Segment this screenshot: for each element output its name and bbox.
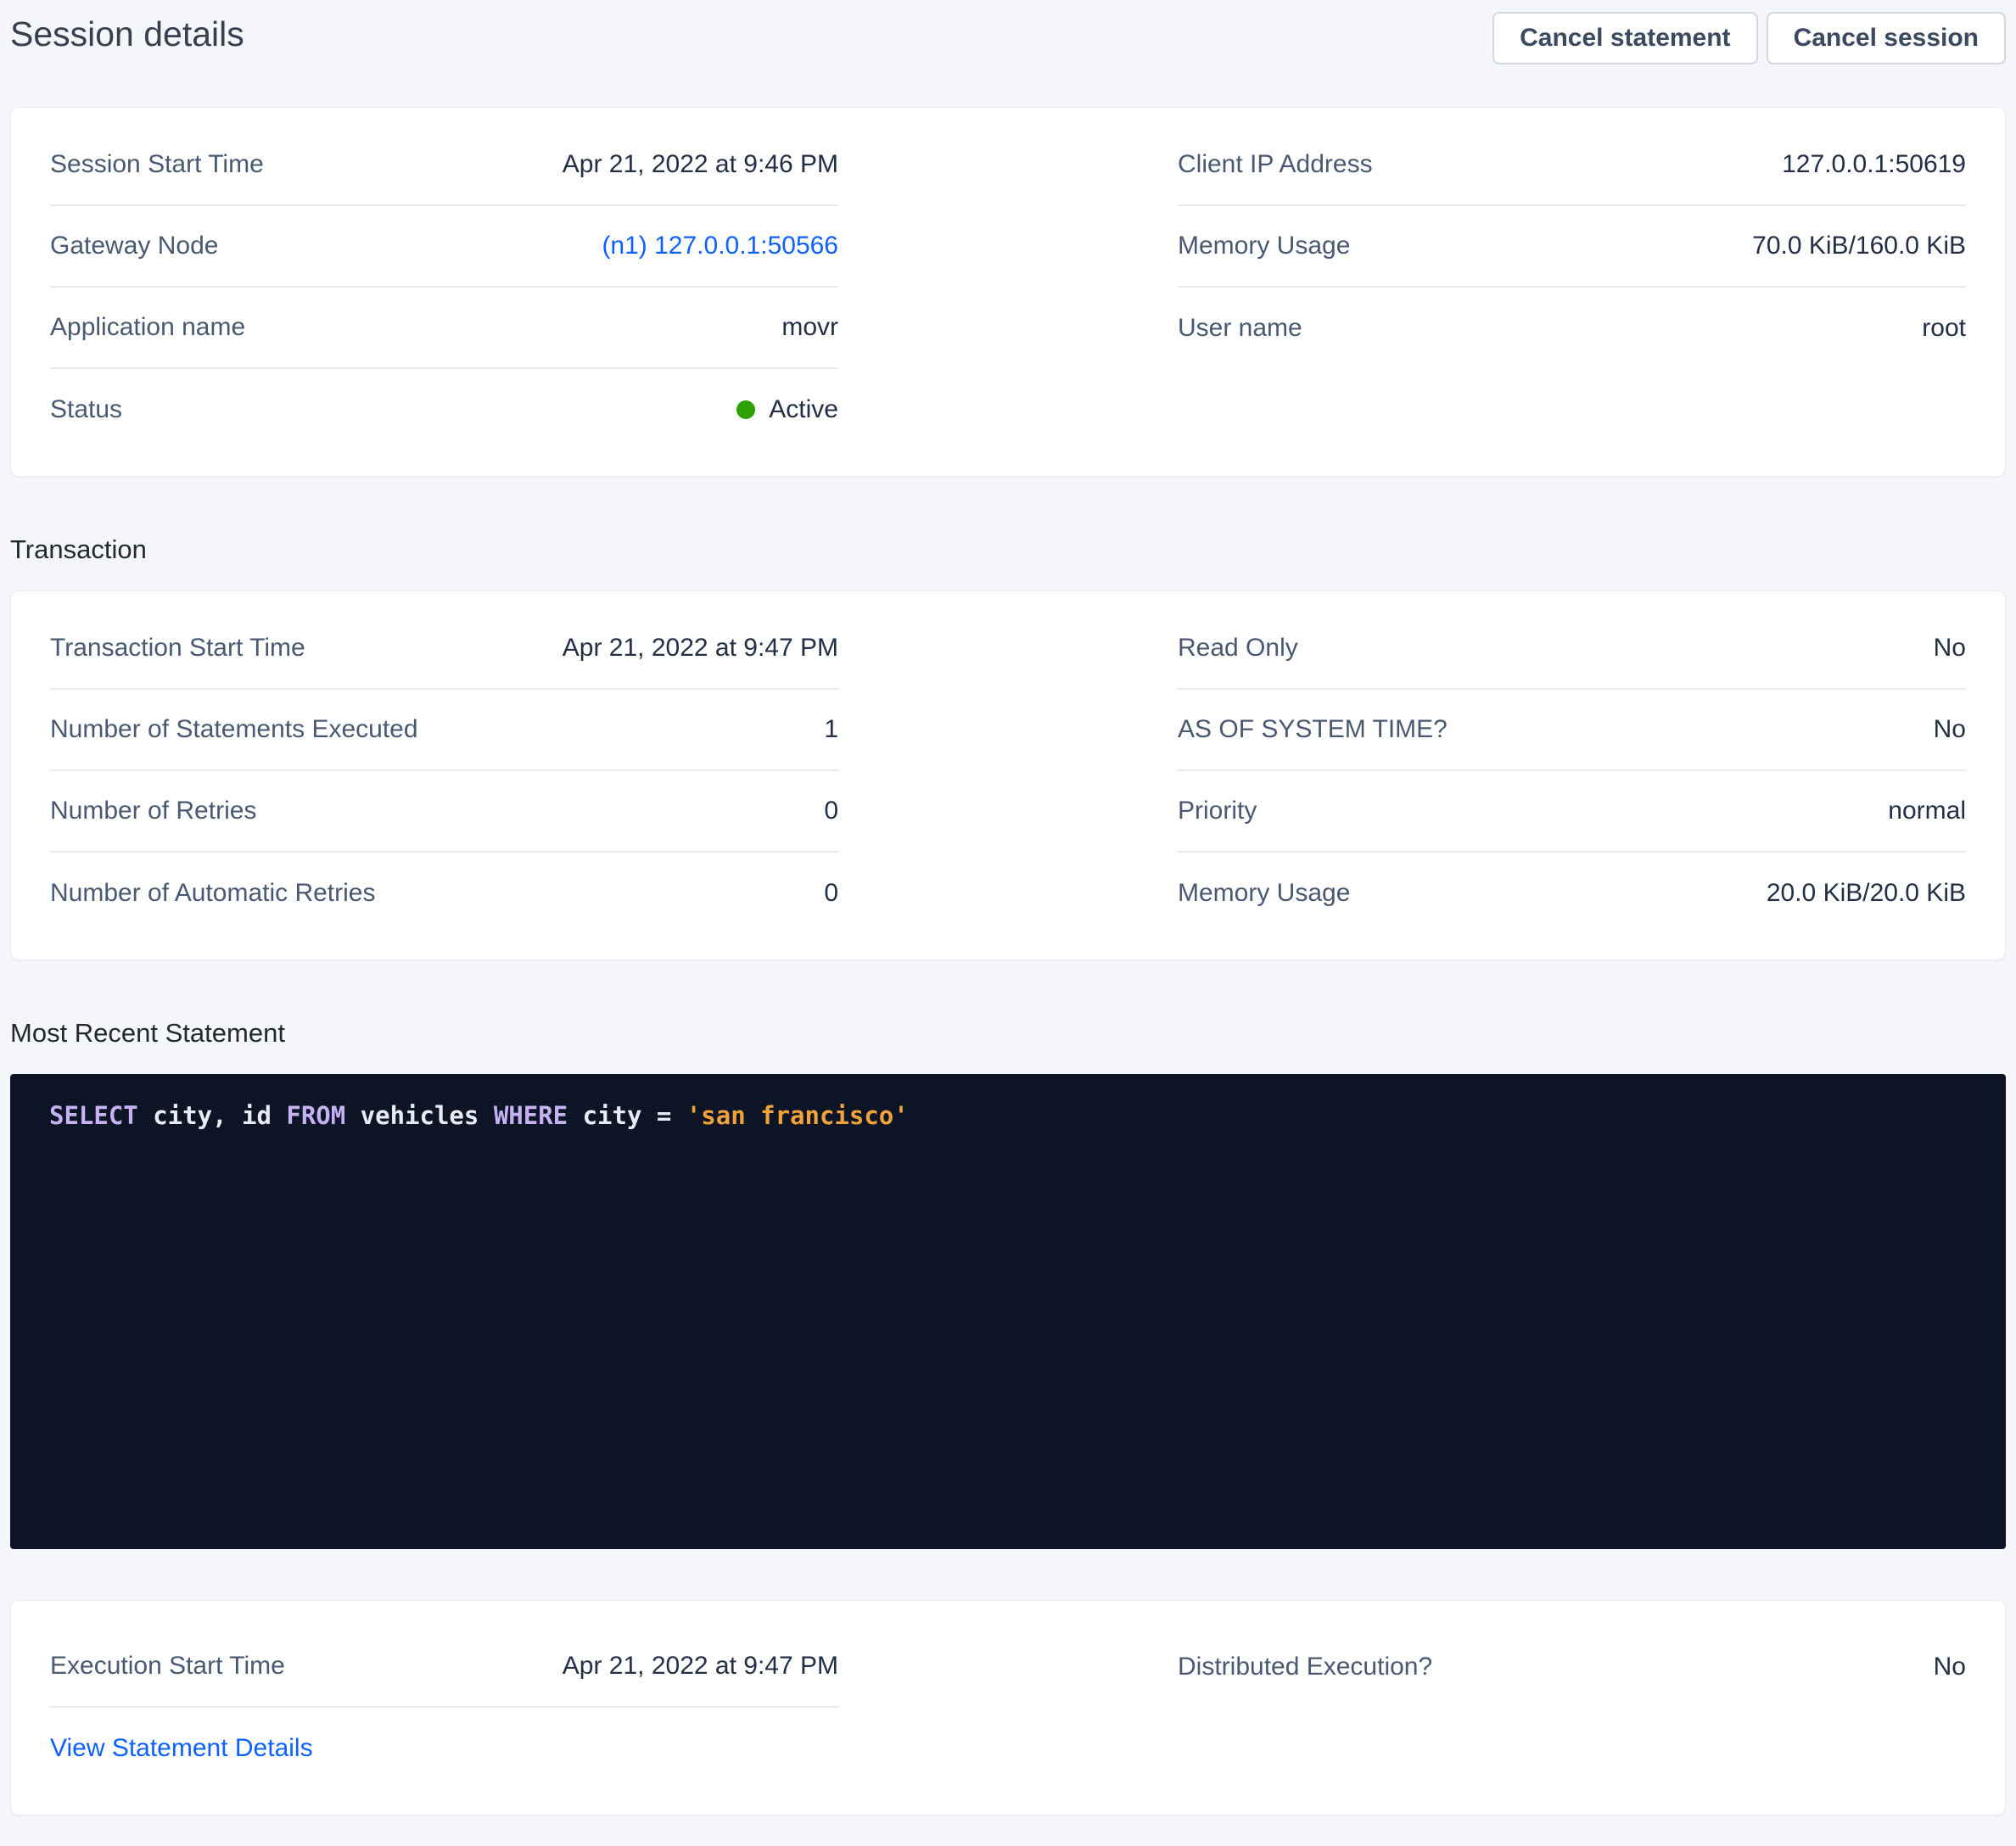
sql-statement-box: SELECT city, id FROM vehicles WHERE city…	[10, 1074, 2006, 1549]
view-statement-details-link[interactable]: View Statement Details	[50, 1734, 313, 1763]
table-row: Transaction Start Time Apr 21, 2022 at 9…	[50, 608, 838, 690]
status-value: Active	[769, 395, 838, 424]
table-row: Number of Retries 0	[50, 771, 838, 853]
table-row: Number of Statements Executed 1	[50, 690, 838, 771]
table-row: Client IP Address 127.0.0.1:50619	[1178, 125, 1966, 206]
table-row: Application name movr	[50, 288, 838, 369]
table-row: Status Active	[50, 369, 838, 450]
statements-executed-value: 1	[824, 715, 838, 744]
client-ip-value: 127.0.0.1:50619	[1782, 150, 1966, 179]
table-row: Session Start Time Apr 21, 2022 at 9:46 …	[50, 125, 838, 206]
execution-card-left-column: Execution Start Time Apr 21, 2022 at 9:4…	[11, 1626, 1008, 1789]
table-row: Memory Usage 70.0 KiB/160.0 KiB	[1178, 206, 1966, 288]
application-name-label: Application name	[50, 313, 245, 342]
transaction-card-right-column: Read Only No AS OF SYSTEM TIME? No Prior…	[1008, 608, 2005, 934]
automatic-retries-label: Number of Automatic Retries	[50, 879, 375, 908]
table-row: AS OF SYSTEM TIME? No	[1178, 690, 1966, 771]
sql-text: city, id	[138, 1101, 287, 1130]
as-of-system-time-label: AS OF SYSTEM TIME?	[1178, 715, 1448, 744]
distributed-execution-label: Distributed Execution?	[1178, 1653, 1432, 1681]
priority-label: Priority	[1178, 797, 1257, 825]
transaction-start-time-label: Transaction Start Time	[50, 634, 305, 663]
table-row: Execution Start Time Apr 21, 2022 at 9:4…	[50, 1626, 838, 1708]
transaction-start-time-value: Apr 21, 2022 at 9:47 PM	[563, 634, 838, 663]
user-name-label: User name	[1178, 314, 1302, 343]
sql-keyword: FROM	[286, 1101, 345, 1130]
page-header: Session details Cancel statement Cancel …	[0, 0, 2016, 68]
cancel-statement-button[interactable]: Cancel statement	[1492, 12, 1757, 64]
execution-card-right-column: Distributed Execution? No	[1008, 1626, 2005, 1789]
read-only-label: Read Only	[1178, 634, 1298, 663]
execution-start-time-value: Apr 21, 2022 at 9:47 PM	[563, 1652, 838, 1681]
automatic-retries-value: 0	[824, 879, 838, 908]
transaction-card: Transaction Start Time Apr 21, 2022 at 9…	[10, 590, 2006, 960]
distributed-execution-value: No	[1934, 1653, 1966, 1681]
table-row: Memory Usage 20.0 KiB/20.0 KiB	[1178, 853, 1966, 934]
table-row: Distributed Execution? No	[1178, 1626, 1966, 1708]
session-memory-usage-value: 70.0 KiB/160.0 KiB	[1752, 232, 1966, 260]
statements-executed-label: Number of Statements Executed	[50, 715, 418, 744]
status-active-dot-icon	[736, 400, 755, 419]
transaction-card-left-column: Transaction Start Time Apr 21, 2022 at 9…	[11, 608, 1008, 934]
table-row: Read Only No	[1178, 608, 1966, 690]
session-details-card: Session Start Time Apr 21, 2022 at 9:46 …	[10, 107, 2006, 477]
gateway-node-link[interactable]: (n1) 127.0.0.1:50566	[602, 232, 838, 260]
status-badge: Active	[736, 395, 838, 424]
number-of-retries-label: Number of Retries	[50, 797, 256, 825]
table-row: User name root	[1178, 288, 1966, 369]
user-name-value: root	[1922, 314, 1966, 343]
client-ip-label: Client IP Address	[1178, 150, 1373, 179]
sql-text: vehicles	[345, 1101, 494, 1130]
session-start-time-label: Session Start Time	[50, 150, 264, 179]
table-row: Priority normal	[1178, 771, 1966, 853]
cancel-session-button[interactable]: Cancel session	[1767, 12, 2006, 64]
sql-statement-text: SELECT city, id FROM vehicles WHERE city…	[49, 1096, 1967, 1135]
session-card-right-column: Client IP Address 127.0.0.1:50619 Memory…	[1008, 125, 2005, 450]
number-of-retries-value: 0	[824, 797, 838, 825]
transaction-memory-usage-label: Memory Usage	[1178, 879, 1350, 908]
priority-value: normal	[1888, 797, 1966, 825]
sql-keyword: SELECT	[49, 1101, 138, 1130]
page-title: Session details	[10, 12, 244, 56]
application-name-value: movr	[781, 313, 838, 342]
sql-string-literal: 'san francisco'	[686, 1101, 909, 1130]
session-start-time-value: Apr 21, 2022 at 9:46 PM	[563, 150, 838, 179]
most-recent-statement-heading: Most Recent Statement	[10, 1015, 2006, 1052]
execution-card: Execution Start Time Apr 21, 2022 at 9:4…	[10, 1600, 2006, 1815]
table-row: Gateway Node (n1) 127.0.0.1:50566	[50, 206, 838, 288]
as-of-system-time-value: No	[1934, 715, 1966, 744]
status-label: Status	[50, 395, 122, 424]
table-row: Number of Automatic Retries 0	[50, 853, 838, 934]
execution-start-time-label: Execution Start Time	[50, 1652, 285, 1681]
sql-keyword: WHERE	[494, 1101, 568, 1130]
header-actions: Cancel statement Cancel session	[1492, 12, 2006, 64]
gateway-node-label: Gateway Node	[50, 232, 218, 260]
session-card-left-column: Session Start Time Apr 21, 2022 at 9:46 …	[11, 125, 1008, 450]
transaction-memory-usage-value: 20.0 KiB/20.0 KiB	[1767, 879, 1966, 908]
table-row: View Statement Details	[50, 1708, 838, 1789]
transaction-section-heading: Transaction	[10, 531, 2006, 568]
session-memory-usage-label: Memory Usage	[1178, 232, 1350, 260]
sql-text: city =	[568, 1101, 686, 1130]
read-only-value: No	[1934, 634, 1966, 663]
